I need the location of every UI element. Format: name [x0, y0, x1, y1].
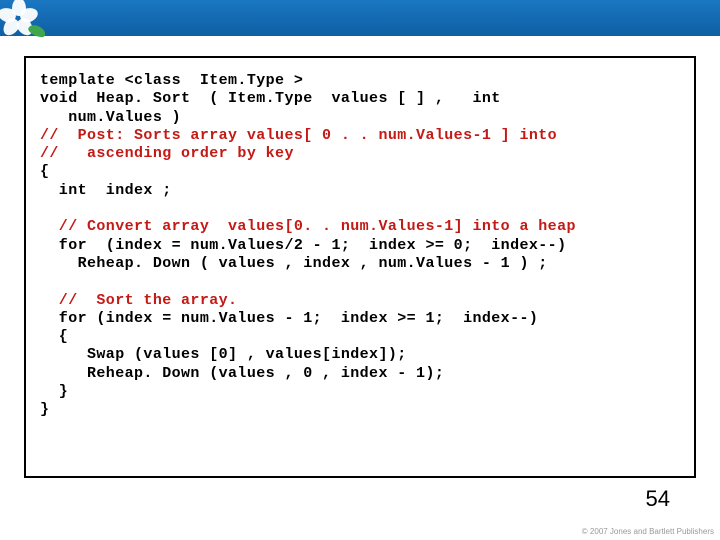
- code-line: template <class Item.Type >: [40, 72, 303, 89]
- code-box: template <class Item.Type > void Heap. S…: [24, 56, 696, 478]
- code-line: num.Values ): [40, 109, 181, 126]
- code-comment: // Sort the array.: [40, 292, 237, 309]
- flower-icon: [0, 0, 42, 40]
- code-line: {: [40, 328, 68, 345]
- code-line: }: [40, 383, 68, 400]
- slide: template <class Item.Type > void Heap. S…: [0, 0, 720, 540]
- code-line: {: [40, 163, 49, 180]
- code-line: }: [40, 401, 49, 418]
- code-line: Reheap. Down ( values , index , num.Valu…: [40, 255, 548, 272]
- code-listing: template <class Item.Type > void Heap. S…: [40, 72, 686, 420]
- header-bar: [0, 0, 720, 36]
- page-number: 54: [646, 486, 670, 512]
- code-line: void Heap. Sort ( Item.Type values [ ] ,…: [40, 90, 501, 107]
- code-line: Swap (values [0] , values[index]);: [40, 346, 407, 363]
- code-comment: // ascending order by key: [40, 145, 294, 162]
- copyright-text: © 2007 Jones and Bartlett Publishers: [582, 527, 714, 536]
- code-comment: // Convert array values[0. . num.Values-…: [40, 218, 576, 235]
- code-line: for (index = num.Values/2 - 1; index >= …: [40, 237, 566, 254]
- code-comment: // Post: Sorts array values[ 0 . . num.V…: [40, 127, 557, 144]
- code-line: Reheap. Down (values , 0 , index - 1);: [40, 365, 444, 382]
- code-line: int index ;: [40, 182, 172, 199]
- code-line: for (index = num.Values - 1; index >= 1;…: [40, 310, 538, 327]
